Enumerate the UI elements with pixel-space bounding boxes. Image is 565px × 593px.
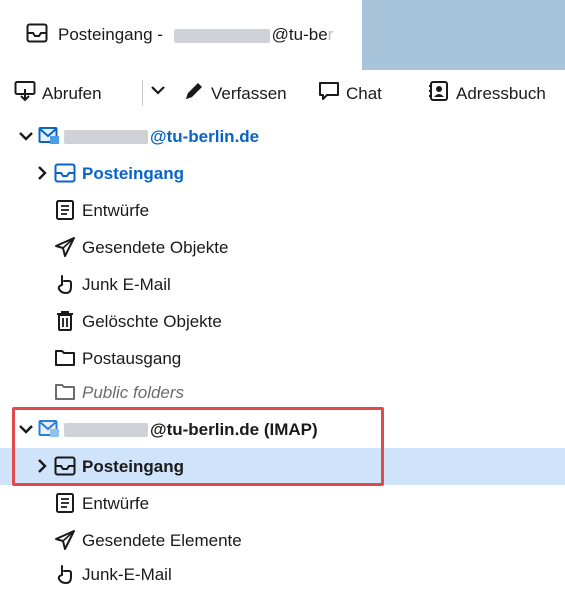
- chat-button[interactable]: Chat: [318, 80, 382, 107]
- folder-item[interactable]: Entwürfe: [0, 192, 565, 229]
- folder-label: Gesendete Objekte: [82, 237, 229, 257]
- inbox-icon: [26, 23, 48, 48]
- folder-label: Gelöschte Objekte: [82, 311, 222, 331]
- toolbar-separator: [142, 80, 143, 106]
- folder-item[interactable]: Postausgang: [0, 340, 565, 377]
- folder-label: Entwürfe: [82, 493, 150, 513]
- folder-item[interactable]: Gesendete Elemente: [0, 522, 565, 559]
- junk-icon: [54, 273, 76, 295]
- folder-label: Entwürfe: [82, 200, 150, 220]
- write-label: Verfassen: [211, 83, 287, 103]
- junk-icon: [54, 563, 76, 585]
- folder-item[interactable]: Gesendete Objekte: [0, 229, 565, 266]
- folder-icon: [54, 347, 76, 369]
- highlight-box: [12, 407, 384, 486]
- tab-title: Posteingang - @tu-ber: [58, 25, 334, 44]
- trash-icon: [54, 310, 76, 332]
- folder-label: Junk E-Mail: [82, 274, 171, 294]
- get-messages-dropdown[interactable]: [150, 82, 172, 103]
- write-button[interactable]: Verfassen: [183, 80, 287, 107]
- download-icon: [14, 80, 42, 107]
- folder-label: Junk-E-Mail: [82, 564, 172, 584]
- chevron-right-icon[interactable]: [34, 165, 50, 181]
- folder-item[interactable]: Junk E-Mail: [0, 266, 565, 303]
- folder-label: Posteingang: [82, 163, 185, 183]
- folder-item[interactable]: Posteingang: [0, 155, 565, 192]
- chat-label: Chat: [346, 83, 382, 103]
- account-row-1[interactable]: @tu-berlin.de: [0, 118, 565, 155]
- redacted-email: [173, 28, 270, 43]
- folder-icon: [54, 381, 76, 403]
- inbox-icon: [54, 162, 76, 184]
- folder-item[interactable]: Gelöschte Objekte: [0, 303, 565, 340]
- address-book-button[interactable]: Adressbuch: [428, 80, 546, 107]
- address-book-label: Adressbuch: [456, 83, 546, 103]
- chevron-down-icon: [150, 82, 172, 103]
- folder-label: Gesendete Elemente: [82, 530, 242, 550]
- chat-icon: [318, 80, 346, 107]
- get-messages-button[interactable]: Abrufen: [14, 80, 102, 107]
- account-name: @tu-berlin.de: [150, 126, 260, 146]
- sent-icon: [54, 236, 76, 258]
- get-messages-label: Abrufen: [42, 83, 102, 103]
- redacted-email: [64, 130, 148, 145]
- folder-item[interactable]: Junk-E-Mail: [0, 556, 565, 593]
- pencil-icon: [183, 80, 211, 107]
- mail-account-icon: [38, 125, 60, 147]
- sent-icon: [54, 529, 76, 551]
- drafts-icon: [54, 492, 76, 514]
- folder-label: Postausgang: [82, 348, 182, 368]
- folder-label: Public folders: [82, 382, 185, 402]
- address-book-icon: [428, 80, 456, 107]
- folder-item[interactable]: Entwürfe: [0, 485, 565, 522]
- tab-inbox[interactable]: Posteingang - @tu-ber: [0, 0, 362, 70]
- drafts-icon: [54, 199, 76, 221]
- chevron-down-icon[interactable]: [18, 128, 34, 144]
- folder-item[interactable]: Public folders: [0, 374, 565, 411]
